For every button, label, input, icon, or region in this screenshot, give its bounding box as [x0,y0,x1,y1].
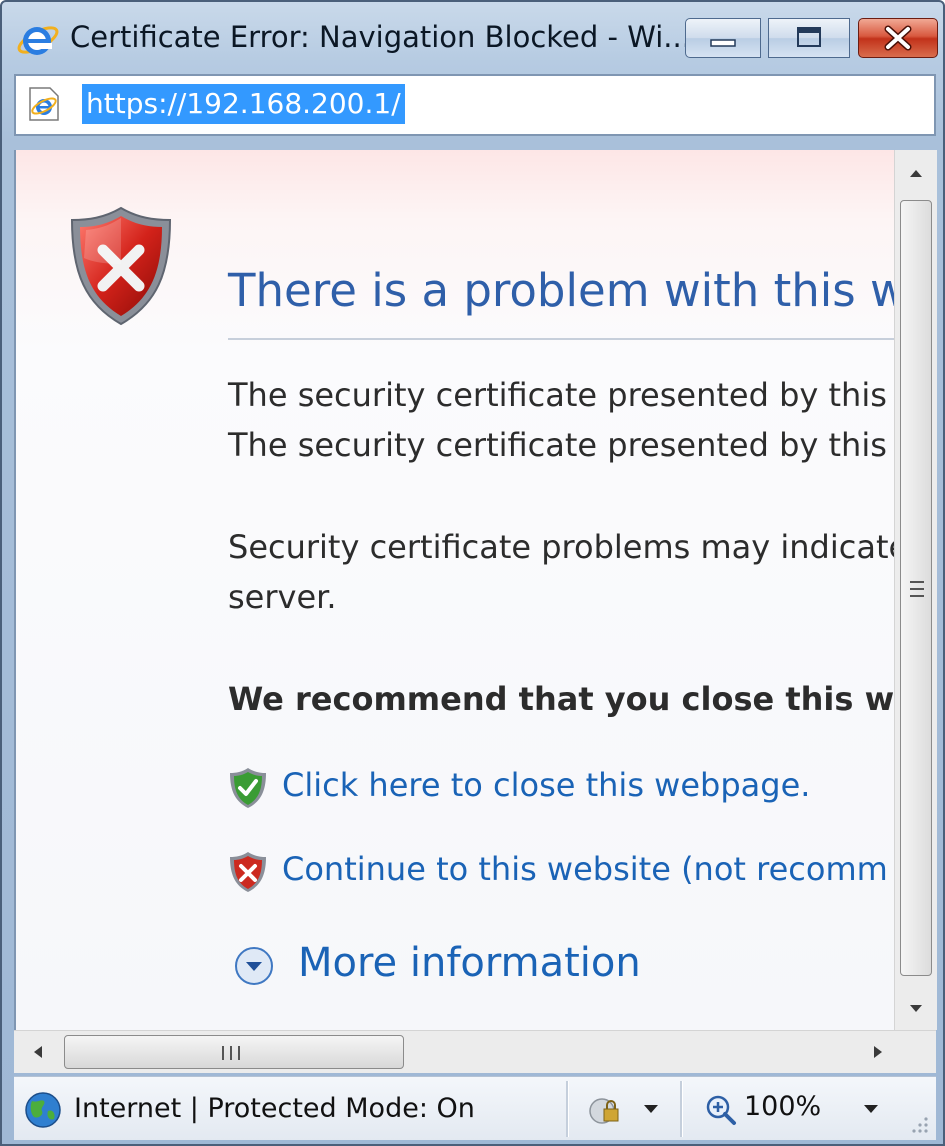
maximize-icon [797,27,821,47]
url-field[interactable]: https://192.168.200.1/ [82,84,405,124]
content-area: There is a problem with this web The sec… [14,150,896,1030]
chevron-down-icon[interactable] [642,1103,660,1115]
shield-ok-icon [230,768,266,808]
ie-logo-icon [17,26,59,55]
zoom-level[interactable]: 100% [744,1091,821,1122]
more-information-label[interactable]: More information [298,940,641,986]
status-bar: Internet | Protected Mode: On 100% [14,1076,936,1140]
chevron-circle-down-icon [235,947,273,985]
vertical-scrollbar[interactable] [894,150,937,1030]
certificate-message-line2: The security certificate presented by th… [228,426,896,464]
continue-website-link[interactable]: Continue to this website (not recomm [228,846,896,892]
heading-divider [228,338,896,340]
resize-grip-icon[interactable] [908,1113,930,1135]
close-window-button[interactable] [858,18,938,58]
recommendation-text: We recommend that you close this we [228,680,896,718]
chevron-down-icon[interactable] [862,1103,880,1115]
title-bar[interactable]: Certificate Error: Navigation Blocked - … [2,2,943,72]
certificate-message-line1: The security certificate presented by th… [228,376,896,414]
maximize-button[interactable] [768,18,850,58]
horizontal-scrollbar[interactable] [14,1030,936,1073]
security-lock-icon[interactable] [586,1093,622,1127]
security-warning-line2: server. [228,578,337,616]
shield-warning-icon [230,852,266,892]
close-webpage-label[interactable]: Click here to close this webpage. [282,766,810,804]
continue-website-label[interactable]: Continue to this website (not recomm [282,850,888,888]
scroll-down-icon[interactable] [895,988,937,1030]
close-webpage-link[interactable]: Click here to close this webpage. [228,762,868,808]
grip-icon [910,581,924,597]
browser-window: Certificate Error: Navigation Blocked - … [0,0,945,1146]
scroll-left-icon[interactable] [20,1031,56,1073]
shield-error-icon [70,206,172,326]
page-ie-icon [29,87,59,121]
more-information-toggle[interactable]: More information [234,938,654,992]
vertical-scroll-thumb[interactable] [900,200,932,976]
minimize-icon [710,39,736,47]
grip-icon [222,1046,240,1060]
minimize-button[interactable] [685,18,761,58]
globe-icon [25,1092,61,1128]
scroll-up-icon[interactable] [895,150,937,192]
status-divider [680,1081,683,1137]
security-zone-label[interactable]: Internet | Protected Mode: On [74,1093,475,1124]
close-icon [884,25,912,51]
window-title: Certificate Error: Navigation Blocked - … [70,20,691,54]
horizontal-scroll-thumb[interactable] [64,1035,404,1069]
security-warning-line1: Security certificate problems may indica… [228,528,896,566]
scroll-right-icon[interactable] [860,1031,896,1073]
status-divider [566,1081,569,1137]
zoom-icon[interactable] [704,1093,738,1127]
address-bar[interactable]: https://192.168.200.1/ [14,74,936,136]
page-heading: There is a problem with this web [228,264,896,318]
